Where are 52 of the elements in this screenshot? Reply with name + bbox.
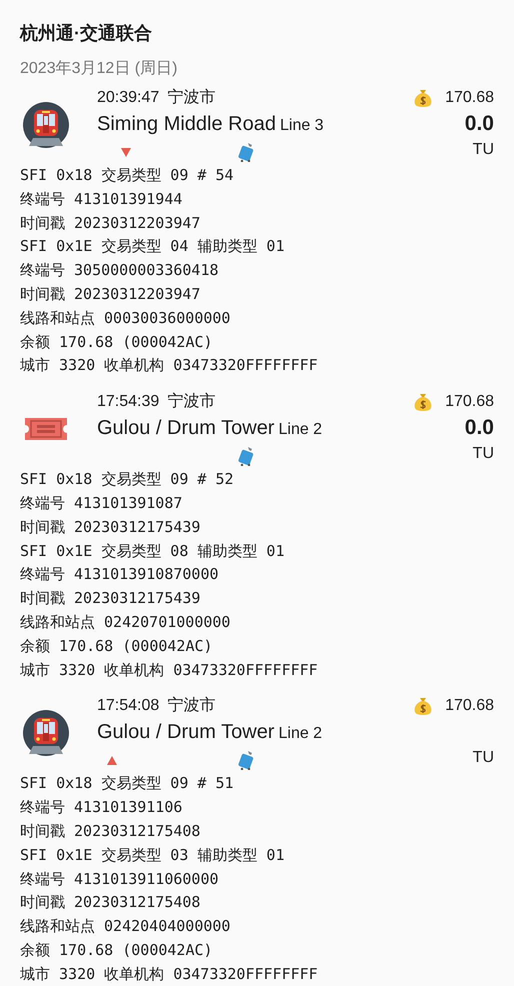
trip-time: 17:54:08 xyxy=(97,696,160,716)
trip-time: 17:54:39 xyxy=(97,392,160,412)
money-bag-icon xyxy=(413,87,434,109)
balance-amount: 170.68 xyxy=(445,88,494,108)
money-bag-icon xyxy=(413,695,434,718)
detail-line: 城市 3320 收单机构 03473320FFFFFFFF xyxy=(20,964,319,985)
fare-amount: 0.0 xyxy=(464,112,494,135)
station-name: Siming Middle Road xyxy=(97,112,276,137)
money-bag-icon xyxy=(413,391,434,414)
detail-line: 城市 3320 收单机构 03473320FFFFFFFF xyxy=(20,355,319,376)
trip-city: 宁波市 xyxy=(167,696,216,716)
unit-label: TU xyxy=(472,140,494,160)
detail-line: 终端号 413101391106 xyxy=(20,797,184,818)
detail-line: SFI 0x1E 交易类型 08 辅助类型 01 xyxy=(20,540,286,562)
detail-line: 线路和站点 00030036000000 xyxy=(20,308,232,329)
trip-city: 宁波市 xyxy=(167,88,216,108)
detail-line: 余额 170.68 (000042AC) xyxy=(20,332,214,353)
line-label: Line 2 xyxy=(278,724,322,744)
detail-line: 时间戳 20230312175439 xyxy=(20,516,202,538)
balance-amount: 170.68 xyxy=(445,392,494,412)
detail-line: 终端号 3050000003360418 xyxy=(20,260,220,282)
unit-label: TU xyxy=(472,444,494,464)
station-name: Gulou / Drum Tower xyxy=(97,720,274,746)
detail-line: 终端号 4131013911060000 xyxy=(20,868,220,890)
detail-line: 时间戳 20230312175408 xyxy=(20,892,202,914)
fare-amount: 0.0 xyxy=(464,416,494,440)
detail-line: 终端号 413101391944 xyxy=(20,188,184,210)
detail-line: 城市 3320 收单机构 03473320FFFFFFFF xyxy=(20,660,319,681)
detail-line: 时间戳 20230312203947 xyxy=(20,284,202,305)
app-title: 杭州通·交通联合 xyxy=(18,22,153,45)
detail-line: SFI 0x1E 交易类型 04 辅助类型 01 xyxy=(20,236,286,258)
detail-line: 余额 170.68 (000042AC) xyxy=(20,940,214,961)
line-label: Line 3 xyxy=(280,116,324,136)
detail-line: SFI 0x18 交易类型 09 # 54 xyxy=(20,165,235,186)
trip-time: 20:39:47 xyxy=(97,88,160,108)
unit-label: TU xyxy=(472,748,494,768)
detail-line: 终端号 4131013910870000 xyxy=(20,564,220,586)
detail-line: 线路和站点 02420701000000 xyxy=(20,612,232,633)
detail-line: SFI 0x1E 交易类型 03 辅助类型 01 xyxy=(20,844,286,866)
detail-line: 线路和站点 02420404000000 xyxy=(20,916,232,938)
date-heading: 2023年3月12日 (周日) xyxy=(19,59,178,79)
detail-line: SFI 0x18 交易类型 09 # 51 xyxy=(20,773,235,794)
line-label: Line 2 xyxy=(278,420,322,440)
detail-line: 时间戳 20230312175439 xyxy=(20,588,202,610)
detail-line: 时间戳 20230312175408 xyxy=(20,820,202,842)
trip-city: 宁波市 xyxy=(167,392,216,412)
station-name: Gulou / Drum Tower xyxy=(97,416,274,442)
detail-line: 终端号 413101391087 xyxy=(20,492,184,514)
detail-line: 余额 170.68 (000042AC) xyxy=(20,636,214,657)
detail-line: SFI 0x18 交易类型 09 # 52 xyxy=(20,469,235,490)
detail-line: 时间戳 20230312203947 xyxy=(20,212,202,234)
balance-amount: 170.68 xyxy=(445,696,494,716)
